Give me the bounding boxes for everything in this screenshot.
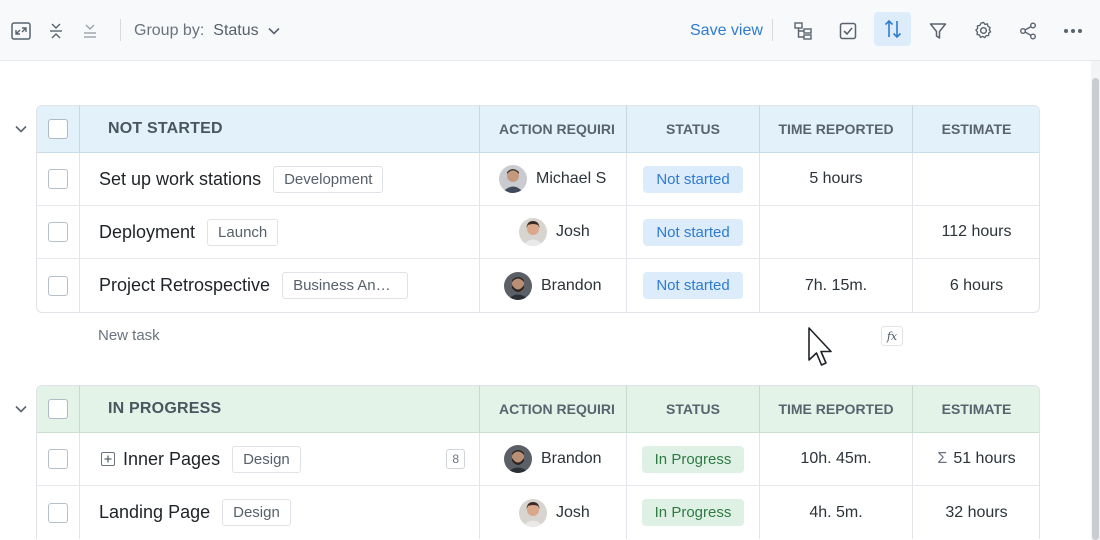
- toolbar: Group by: Status Save view: [0, 0, 1100, 61]
- assignee[interactable]: Josh: [519, 498, 590, 527]
- subtask-count-badge: 8: [446, 449, 465, 469]
- column-header-time-reported[interactable]: TIME REPORTED: [759, 386, 912, 432]
- avatar: [504, 271, 532, 300]
- table-row[interactable]: Landing Page Design Josh In Progress 4h.…: [37, 486, 1039, 539]
- estimate-value[interactable]: 51 hours: [953, 450, 1015, 468]
- assignee[interactable]: Josh: [519, 218, 590, 246]
- fit-screen-icon[interactable]: [8, 0, 34, 61]
- estimate-value[interactable]: 6 hours: [950, 277, 1003, 295]
- table-row[interactable]: Set up work stations Development Michael…: [37, 153, 1039, 206]
- estimate-value[interactable]: 32 hours: [945, 504, 1007, 522]
- avatar: [499, 165, 527, 193]
- task-name[interactable]: Landing Page: [80, 502, 210, 523]
- group-title: IN PROGRESS: [108, 400, 222, 417]
- row-checkbox[interactable]: [48, 169, 68, 189]
- vertical-scrollbar[interactable]: [1091, 61, 1100, 540]
- assignee-name: Brandon: [541, 450, 602, 467]
- table-row[interactable]: Deployment Launch Josh Not started 112 h…: [37, 206, 1039, 259]
- expand-subtasks-icon[interactable]: [101, 452, 115, 466]
- group-in-progress: IN PROGRESS ACTION REQUIRI STATUS TIME R…: [36, 385, 1040, 539]
- group-header: IN PROGRESS ACTION REQUIRI STATUS TIME R…: [37, 386, 1039, 433]
- column-header-status[interactable]: STATUS: [626, 106, 759, 152]
- chevron-down-icon: [15, 405, 27, 413]
- row-checkbox[interactable]: [48, 222, 68, 242]
- status-badge[interactable]: Not started: [643, 218, 743, 246]
- task-tag[interactable]: Business Anal...: [282, 272, 409, 299]
- row-checkbox[interactable]: [48, 449, 68, 469]
- task-tag[interactable]: Development: [273, 165, 384, 193]
- collapse-rows-icon[interactable]: [46, 0, 66, 61]
- time-reported-value[interactable]: 10h. 45m.: [800, 450, 871, 468]
- hierarchy-icon[interactable]: [791, 0, 815, 61]
- column-header-estimate[interactable]: ESTIMATE: [912, 386, 1039, 432]
- assignee[interactable]: Brandon: [504, 271, 602, 300]
- more-icon[interactable]: [1060, 0, 1086, 61]
- task-tag[interactable]: Launch: [207, 218, 279, 246]
- formula-button[interactable]: fx: [881, 326, 903, 346]
- table-row[interactable]: Project Retrospective Business Anal... B…: [37, 259, 1039, 312]
- chevron-down-icon: [15, 125, 27, 133]
- column-header-status[interactable]: STATUS: [626, 386, 759, 432]
- collapse-group-not-started[interactable]: [12, 120, 30, 138]
- gear-icon[interactable]: [971, 0, 995, 61]
- group-by-dropdown[interactable]: Group by: Status: [134, 0, 280, 61]
- checkbox-icon[interactable]: [836, 0, 860, 61]
- scrollbar-thumb[interactable]: [1092, 78, 1099, 540]
- avatar: [519, 498, 547, 527]
- assignee[interactable]: Brandon: [504, 445, 602, 473]
- estimate-value[interactable]: 112 hours: [942, 223, 1012, 241]
- column-header-time-reported[interactable]: TIME REPORTED: [759, 106, 912, 152]
- sum-icon: Σ: [937, 450, 948, 467]
- sort-icon: [884, 19, 901, 39]
- column-header-action-required[interactable]: ACTION REQUIRI: [479, 386, 626, 432]
- group-by-value: Status: [213, 21, 259, 39]
- select-all-checkbox[interactable]: [48, 119, 68, 139]
- status-badge[interactable]: In Progress: [641, 445, 745, 473]
- task-name[interactable]: Project Retrospective: [80, 275, 270, 296]
- assignee[interactable]: Michael S: [499, 165, 606, 193]
- avatar: [519, 218, 547, 246]
- collapse-group-in-progress[interactable]: [12, 400, 30, 418]
- group-header: NOT STARTED ACTION REQUIRI STATUS TIME R…: [37, 106, 1039, 153]
- assignee-name: Josh: [556, 503, 590, 521]
- toolbar-divider: [772, 19, 773, 41]
- time-reported-value[interactable]: 7h. 15m.: [805, 277, 867, 295]
- avatar: [504, 445, 532, 473]
- sort-button[interactable]: [874, 12, 911, 46]
- task-tag[interactable]: Design: [222, 499, 291, 526]
- table-row[interactable]: Inner Pages Design 8 Brandon In Progress…: [37, 433, 1039, 486]
- assignee-name: Brandon: [541, 276, 602, 294]
- toolbar-divider: [120, 19, 121, 41]
- collapse-all-icon[interactable]: [80, 0, 100, 61]
- group-title: NOT STARTED: [108, 120, 223, 137]
- time-reported-value[interactable]: 4h. 5m.: [809, 504, 862, 522]
- group-by-label: Group by:: [134, 21, 205, 39]
- row-checkbox[interactable]: [48, 502, 68, 523]
- row-checkbox[interactable]: [48, 275, 68, 296]
- column-header-action-required[interactable]: ACTION REQUIRI: [479, 106, 626, 152]
- mouse-pointer-icon: [808, 327, 832, 366]
- status-badge[interactable]: Not started: [643, 165, 743, 193]
- task-name[interactable]: Inner Pages: [115, 449, 220, 470]
- select-all-checkbox[interactable]: [48, 399, 68, 419]
- status-badge[interactable]: In Progress: [641, 499, 745, 526]
- task-tag[interactable]: Design: [232, 445, 301, 473]
- new-task-input[interactable]: New task: [98, 327, 160, 344]
- share-icon[interactable]: [1016, 0, 1040, 61]
- assignee-name: Michael S: [536, 170, 607, 187]
- save-view-button[interactable]: Save view: [690, 0, 763, 61]
- task-name[interactable]: Deployment: [80, 222, 195, 243]
- group-not-started: NOT STARTED ACTION REQUIRI STATUS TIME R…: [36, 105, 1040, 313]
- time-reported-value[interactable]: 5 hours: [809, 170, 862, 188]
- column-header-estimate[interactable]: ESTIMATE: [912, 106, 1039, 152]
- filter-icon[interactable]: [926, 0, 950, 61]
- task-name[interactable]: Set up work stations: [80, 169, 261, 190]
- status-badge[interactable]: Not started: [643, 272, 743, 299]
- assignee-name: Josh: [556, 223, 590, 240]
- chevron-down-icon: [268, 27, 280, 35]
